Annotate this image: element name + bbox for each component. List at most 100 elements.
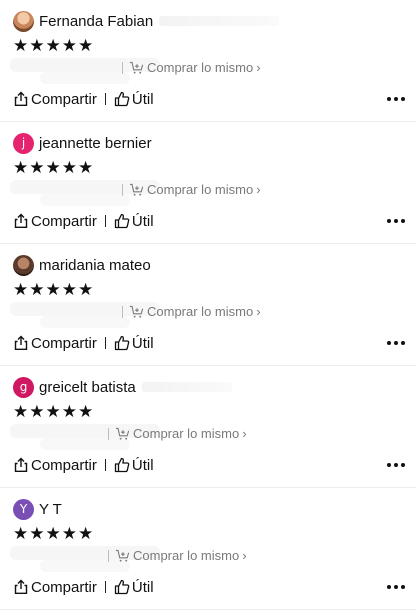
star-icon: ★ — [13, 36, 29, 56]
star-rating: ★ ★ ★ ★ ★ — [13, 525, 93, 543]
star-icon: ★ — [45, 36, 61, 56]
review-card: j jeannette bernier ★ ★ ★ ★ ★ Comprar lo… — [0, 122, 416, 244]
share-label: Compartir — [31, 578, 97, 596]
reviewer[interactable]: Y Y T — [13, 498, 62, 520]
share-icon — [14, 335, 28, 350]
share-button[interactable]: Compartir — [13, 579, 97, 596]
star-icon: ★ — [61, 280, 77, 300]
separator — [122, 305, 123, 318]
username[interactable]: jeannette bernier — [39, 135, 152, 152]
star-icon: ★ — [45, 402, 61, 422]
star-icon: ★ — [29, 402, 45, 422]
star-icon: ★ — [45, 524, 61, 544]
review-actions: Compartir Útil — [13, 210, 405, 232]
star-icon: ★ — [13, 158, 29, 178]
avatar[interactable]: j — [13, 132, 34, 154]
helpful-button[interactable]: Útil — [114, 335, 154, 352]
reviewer[interactable]: j jeannette bernier — [13, 132, 152, 154]
review-card: Y Y T ★ ★ ★ ★ ★ Comprar lo mismo › Compa… — [0, 488, 416, 610]
reviewer[interactable]: Fernanda Fabian — [13, 10, 280, 32]
review-actions: Compartir Útil — [13, 576, 405, 598]
star-icon: ★ — [78, 36, 94, 56]
buy-same-link[interactable]: Comprar lo mismo › — [122, 182, 261, 197]
helpful-button[interactable]: Útil — [114, 457, 154, 474]
star-rating: ★ ★ ★ ★ ★ — [13, 403, 93, 421]
thumbs-up-icon — [114, 457, 130, 473]
divider — [104, 93, 106, 105]
share-button[interactable]: Compartir — [13, 335, 97, 352]
star-icon: ★ — [61, 524, 77, 544]
reviewer[interactable]: g greicelt batista — [13, 376, 232, 398]
username[interactable]: Fernanda Fabian — [39, 13, 153, 30]
avatar[interactable] — [13, 254, 34, 276]
avatar[interactable]: g — [13, 376, 34, 398]
blurred-info — [159, 16, 280, 26]
buy-same-link[interactable]: Comprar lo mismo › — [108, 426, 247, 441]
buy-same-link[interactable]: Comprar lo mismo › — [108, 548, 247, 563]
share-label: Compartir — [31, 90, 97, 108]
star-icon: ★ — [61, 158, 77, 178]
helpful-button[interactable]: Útil — [114, 213, 154, 230]
divider — [104, 459, 106, 471]
review-actions: Compartir Útil — [13, 454, 405, 476]
chevron-right-icon: › — [256, 60, 261, 75]
avatar-letter: g — [19, 380, 28, 394]
more-options-icon[interactable] — [387, 210, 405, 232]
more-options-icon[interactable] — [387, 454, 405, 476]
divider — [104, 581, 106, 593]
share-label: Compartir — [31, 456, 97, 474]
helpful-button[interactable]: Útil — [114, 91, 154, 108]
username[interactable]: greicelt batista — [39, 379, 136, 396]
helpful-button[interactable]: Útil — [114, 579, 154, 596]
star-icon: ★ — [45, 280, 61, 300]
cart-plus-icon — [129, 183, 144, 196]
star-icon: ★ — [29, 36, 45, 56]
star-icon: ★ — [13, 524, 29, 544]
thumbs-up-icon — [114, 91, 130, 107]
more-options-icon[interactable] — [387, 332, 405, 354]
thumbs-up-icon — [114, 335, 130, 351]
username[interactable]: maridania mateo — [39, 257, 151, 274]
separator — [122, 61, 123, 74]
buy-same-label: Comprar lo mismo — [133, 426, 240, 441]
cart-plus-icon — [115, 549, 130, 562]
star-icon: ★ — [78, 280, 94, 300]
star-icon: ★ — [29, 524, 45, 544]
share-label: Compartir — [31, 212, 97, 230]
share-button[interactable]: Compartir — [13, 213, 97, 230]
star-rating: ★ ★ ★ ★ ★ — [13, 37, 93, 55]
buy-same-link[interactable]: Comprar lo mismo › — [122, 304, 261, 319]
review-card: Fernanda Fabian ★ ★ ★ ★ ★ Comprar lo mis… — [0, 0, 416, 122]
avatar[interactable] — [13, 10, 34, 32]
reviewer[interactable]: maridania mateo — [13, 254, 151, 276]
more-options-icon[interactable] — [387, 576, 405, 598]
star-icon: ★ — [13, 280, 29, 300]
share-button[interactable]: Compartir — [13, 457, 97, 474]
star-rating: ★ ★ ★ ★ ★ — [13, 281, 93, 299]
review-card: maridania mateo ★ ★ ★ ★ ★ Comprar lo mis… — [0, 244, 416, 366]
share-button[interactable]: Compartir — [13, 91, 97, 108]
username[interactable]: Y T — [39, 501, 62, 518]
separator — [122, 183, 123, 196]
chevron-right-icon: › — [242, 426, 247, 441]
chevron-right-icon: › — [256, 182, 261, 197]
chevron-right-icon: › — [242, 548, 247, 563]
star-icon: ★ — [29, 280, 45, 300]
helpful-label: Útil — [131, 90, 154, 108]
more-options-icon[interactable] — [387, 88, 405, 110]
cart-plus-icon — [115, 427, 130, 440]
helpful-label: Útil — [131, 578, 154, 596]
cart-plus-icon — [129, 305, 144, 318]
separator — [108, 549, 109, 562]
star-icon: ★ — [13, 402, 29, 422]
thumbs-up-icon — [114, 213, 130, 229]
helpful-label: Útil — [131, 456, 154, 474]
buy-same-label: Comprar lo mismo — [147, 60, 254, 75]
avatar-letter: Y — [19, 502, 28, 516]
buy-same-link[interactable]: Comprar lo mismo › — [122, 60, 261, 75]
divider — [104, 215, 106, 227]
star-icon: ★ — [29, 158, 45, 178]
star-icon: ★ — [61, 402, 77, 422]
review-actions: Compartir Útil — [13, 88, 405, 110]
avatar[interactable]: Y — [13, 498, 34, 520]
